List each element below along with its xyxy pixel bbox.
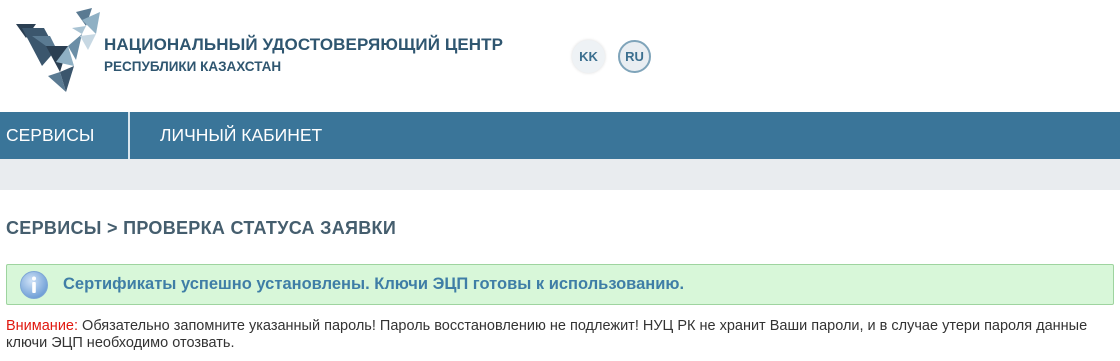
password-warning: Внимание: Обязательно запомните указанны… — [6, 318, 1116, 352]
language-ru-button[interactable]: RU — [618, 40, 651, 73]
subnav-band — [0, 159, 1120, 190]
brand-title: НАЦИОНАЛЬНЫЙ УДОСТОВЕРЯЮЩИЙ ЦЕНТР РЕСПУБ… — [104, 35, 503, 77]
nav-item-personal-cabinet[interactable]: ЛИЧНЫЙ КАБИНЕТ — [130, 112, 322, 159]
site-header: НАЦИОНАЛЬНЫЙ УДОСТОВЕРЯЮЩИЙ ЦЕНТР РЕСПУБ… — [0, 0, 1120, 112]
main-navbar: СЕРВИСЫ ЛИЧНЫЙ КАБИНЕТ — [0, 112, 1120, 159]
warning-label: Внимание: — [6, 318, 79, 334]
brand-title-line2: РЕСПУБЛИКИ КАЗАХСТАН — [104, 59, 282, 74]
success-alert: Сертификаты успешно установлены. Ключи Э… — [6, 264, 1114, 305]
brand-title-line1: НАЦИОНАЛЬНЫЙ УДОСТОВЕРЯЮЩИЙ ЦЕНТР — [104, 35, 504, 54]
warning-text: Обязательно запомните указанный пароль! … — [6, 318, 1088, 351]
breadcrumb: СЕРВИСЫ > ПРОВЕРКА СТАТУСА ЗАЯВКИ — [6, 218, 397, 238]
alert-message: Сертификаты успешно установлены. Ключи Э… — [63, 275, 685, 293]
nav-item-services[interactable]: СЕРВИСЫ — [0, 112, 130, 159]
info-icon — [20, 270, 48, 299]
language-kk-button[interactable]: KK — [572, 40, 605, 73]
nuc-logo-icon[interactable] — [16, 6, 100, 92]
